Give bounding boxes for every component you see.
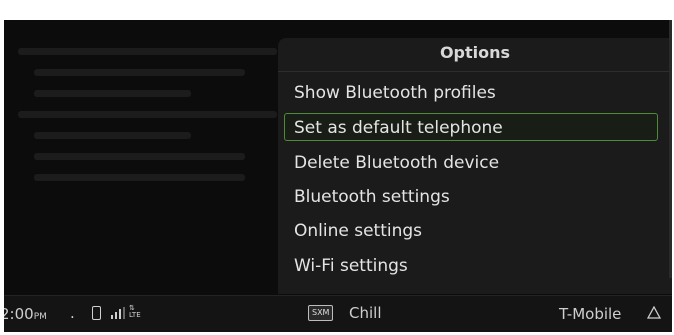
- background-list-line: [18, 48, 278, 55]
- sxm-badge: SXM: [308, 305, 334, 321]
- clock-time: 2:00: [4, 305, 34, 323]
- background-list-line: [34, 69, 245, 76]
- option-wifi-settings[interactable]: Wi-Fi settings: [284, 251, 658, 279]
- carrier-name: T-Mobile: [559, 305, 622, 323]
- clock-ampm: PM: [33, 312, 47, 322]
- option-show-bluetooth-profiles[interactable]: Show Bluetooth profiles: [284, 78, 658, 106]
- title-divider: [278, 71, 672, 72]
- clock: 2:00PM: [4, 305, 47, 323]
- background-list-line: [34, 174, 245, 181]
- signal-icon: [111, 307, 125, 319]
- option-delete-bluetooth-device[interactable]: Delete Bluetooth device: [284, 148, 658, 176]
- background-list-line: [18, 111, 278, 118]
- options-panel: Options Show Bluetooth profiles Set as d…: [278, 38, 672, 294]
- lte-label: LTE: [129, 311, 141, 319]
- options-title: Options: [439, 43, 511, 62]
- scroll-indicator[interactable]: [669, 20, 672, 278]
- option-bluetooth-settings[interactable]: Bluetooth settings: [284, 182, 658, 210]
- option-online-settings[interactable]: Online settings: [284, 216, 658, 244]
- status-separator: .: [70, 304, 75, 322]
- status-bar: 2:00PM . ⇅ LTE SXM Chill T-Mobile: [4, 295, 672, 332]
- option-set-default-telephone[interactable]: Set as default telephone: [284, 113, 658, 141]
- warning-icon[interactable]: [647, 306, 661, 319]
- infotainment-screen: Options Show Bluetooth profiles Set as d…: [4, 20, 672, 332]
- background-list-line: [34, 90, 191, 97]
- background-list-line: [34, 132, 191, 139]
- background-list-line: [34, 153, 245, 160]
- phone-icon: [92, 306, 101, 320]
- station-name[interactable]: Chill: [349, 304, 381, 322]
- lte-icon: ⇅ LTE: [129, 305, 141, 319]
- background-device-list: [18, 48, 288, 195]
